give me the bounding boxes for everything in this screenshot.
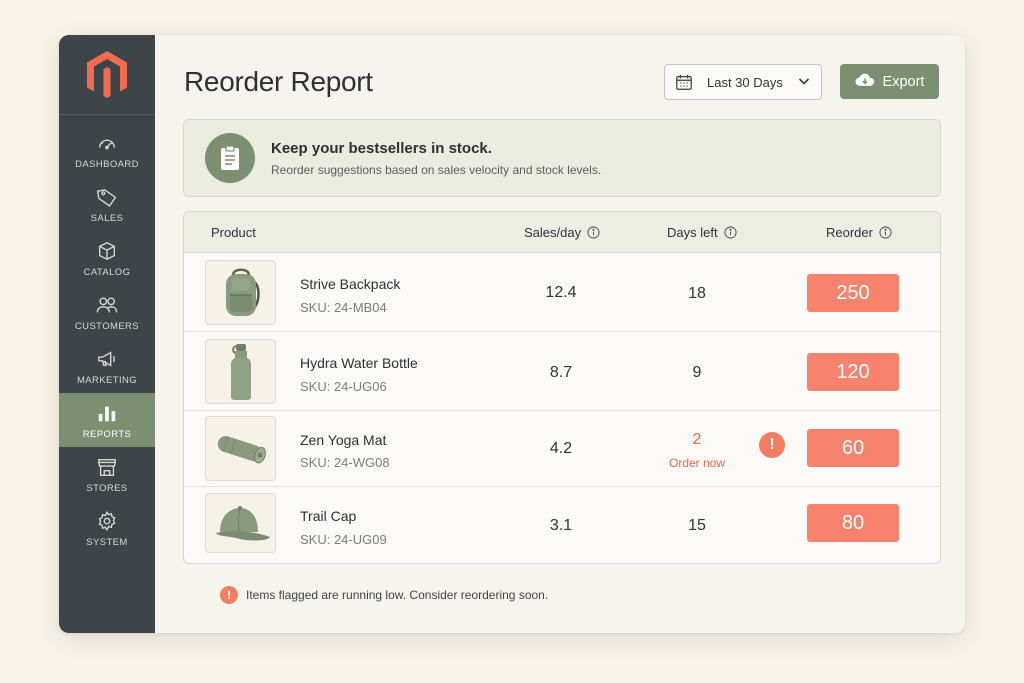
megaphone-icon [95,347,119,371]
table-header: Product Sales/day Days left Reorder [184,212,940,253]
info-icon[interactable] [879,226,892,239]
sidebar-item-catalog[interactable]: CATALOG [59,231,155,285]
table-row[interactable]: Trail Cap SKU: 24-UG09 3.1 15 80 [184,487,940,561]
product-name[interactable]: Hydra Water Bottle [300,355,418,371]
water-bottle-image [205,339,276,404]
reorder-quantity-button[interactable]: 60 [807,429,899,467]
days-left: 2 [692,431,702,448]
days-left: 18 [688,285,706,302]
table-row[interactable]: Strive Backpack SKU: 24-MB04 12.4 18 250 [184,253,940,332]
sidebar-item-label: MARKETING [76,374,138,386]
footnote: ! Items flagged are running low. Conside… [220,586,548,604]
column-label: Product [211,225,256,240]
app-window: DASHBOARD SALES CATALOG CUSTOMERS MARKET… [59,35,965,633]
sidebar-nav: DASHBOARD SALES CATALOG CUSTOMERS MARKET… [59,123,155,555]
reorder-quantity-button[interactable]: 80 [807,504,899,542]
bar-chart-icon [95,401,119,425]
banner-subtitle: Reorder suggestions based on sales veloc… [271,162,602,177]
sidebar-item-customers[interactable]: CUSTOMERS [59,285,155,339]
sidebar-item-label: STORES [86,482,128,494]
sales-per-day: 3.1 [549,517,573,534]
users-icon [95,293,119,317]
sidebar-item-label: REPORTS [82,428,132,440]
chevron-down-icon [797,74,811,91]
footnote-text: Items flagged are running low. Consider … [246,588,549,602]
product-sku: SKU: 24-UG09 [300,532,387,547]
sidebar-item-label: SALES [90,212,124,224]
sidebar-item-dashboard[interactable]: DASHBOARD [59,123,155,177]
reorder-quantity-button[interactable]: 120 [807,353,899,391]
info-icon[interactable] [723,226,737,239]
calendar-icon [675,73,693,91]
days-left: 15 [688,517,706,534]
sales-per-day: 8.7 [549,364,573,381]
main-content: Reorder Report Last 30 Days Export Keep … [155,35,965,633]
product-sku: SKU: 24-WG08 [300,455,390,470]
sales-per-day: 4.2 [549,440,573,457]
table-row[interactable]: Hydra Water Bottle SKU: 24-UG06 8.7 9 12… [184,332,940,411]
alert-icon: ! [220,586,238,604]
sidebar-item-label: SYSTEM [86,536,128,548]
cloud-download-icon [855,72,875,92]
page-title: Reorder Report [184,66,373,97]
column-label: Sales/day [524,225,582,240]
table-row[interactable]: Zen Yoga Mat SKU: 24-WG08 4.2 2 Order no… [184,411,940,487]
sidebar-item-label: CUSTOMERS [74,320,140,332]
product-name[interactable]: Strive Backpack [300,276,400,292]
backpack-image [205,260,276,325]
sidebar-item-marketing[interactable]: MARKETING [59,339,155,393]
sidebar-item-label: CATALOG [83,266,131,278]
info-icon[interactable] [587,226,600,239]
column-header-days-left[interactable]: Days left [667,212,737,253]
product-sku: SKU: 24-MB04 [300,300,387,315]
column-header-reorder[interactable]: Reorder [826,212,892,253]
magento-logo-icon[interactable] [59,35,155,115]
date-range-select[interactable]: Last 30 Days [664,64,822,100]
cap-image [205,493,276,553]
reorder-quantity-button[interactable]: 250 [807,274,899,312]
sidebar-item-reports[interactable]: REPORTS [59,393,155,447]
info-banner: Keep your bestsellers in stock. Reorder … [183,119,941,197]
sidebar: DASHBOARD SALES CATALOG CUSTOMERS MARKET… [59,35,155,633]
column-header-sales[interactable]: Sales/day [524,212,600,253]
product-sku: SKU: 24-UG06 [300,379,387,394]
clipboard-icon [205,133,255,183]
alert-icon[interactable]: ! [759,432,785,458]
sales-per-day: 12.4 [545,284,577,301]
order-now-label: Order now [668,456,726,470]
column-label: Reorder [826,225,873,240]
sidebar-item-sales[interactable]: SALES [59,177,155,231]
sidebar-item-label: DASHBOARD [75,158,139,170]
column-label: Days left [667,225,718,240]
banner-title: Keep your bestsellers in stock. [271,139,492,157]
export-label: Export [882,73,925,90]
column-header-product[interactable]: Product [211,212,256,253]
banner-text: Keep your bestsellers in stock. Reorder … [271,140,601,177]
sidebar-item-stores[interactable]: STORES [59,447,155,501]
product-name[interactable]: Zen Yoga Mat [300,432,386,448]
date-range-value: Last 30 Days [707,74,783,90]
gauge-icon [95,131,119,155]
storefront-icon [95,455,119,479]
export-button[interactable]: Export [840,64,939,99]
gear-icon [95,509,119,533]
days-left: 9 [692,364,702,381]
product-name[interactable]: Trail Cap [300,508,356,524]
sidebar-item-system[interactable]: SYSTEM [59,501,155,555]
reorder-table: Product Sales/day Days left Reorder Stri… [183,211,941,564]
tag-icon [95,185,119,209]
yoga-mat-image [205,416,276,481]
box-icon [95,239,119,263]
